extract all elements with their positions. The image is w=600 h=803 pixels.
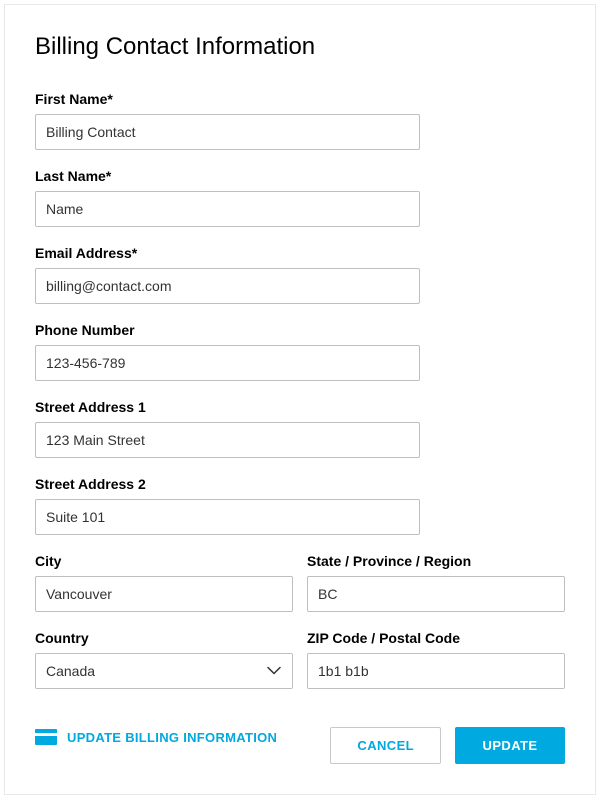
first-name-label: First Name* [35, 91, 565, 107]
zip-input[interactable] [307, 653, 565, 689]
street1-group: Street Address 1 [35, 399, 565, 458]
zip-group: ZIP Code / Postal Code [307, 630, 565, 689]
street1-input[interactable] [35, 422, 420, 458]
country-group: Country Canada [35, 630, 293, 689]
credit-card-icon [35, 729, 57, 745]
phone-input[interactable] [35, 345, 420, 381]
first-name-input[interactable] [35, 114, 420, 150]
email-label: Email Address* [35, 245, 565, 261]
phone-label: Phone Number [35, 322, 565, 338]
last-name-group: Last Name* [35, 168, 565, 227]
city-input[interactable] [35, 576, 293, 612]
street2-group: Street Address 2 [35, 476, 565, 535]
phone-group: Phone Number [35, 322, 565, 381]
billing-contact-card: Billing Contact Information First Name* … [4, 4, 596, 795]
street2-label: Street Address 2 [35, 476, 565, 492]
state-group: State / Province / Region [307, 553, 565, 612]
city-group: City [35, 553, 293, 612]
email-group: Email Address* [35, 245, 565, 304]
country-select[interactable]: Canada [35, 653, 293, 689]
first-name-group: First Name* [35, 91, 565, 150]
state-input[interactable] [307, 576, 565, 612]
last-name-input[interactable] [35, 191, 420, 227]
street1-label: Street Address 1 [35, 399, 565, 415]
street2-input[interactable] [35, 499, 420, 535]
action-buttons: CANCEL UPDATE [330, 727, 565, 764]
update-billing-link-text: UPDATE BILLING INFORMATION [67, 730, 277, 745]
zip-label: ZIP Code / Postal Code [307, 630, 565, 646]
country-label: Country [35, 630, 293, 646]
cancel-button[interactable]: CANCEL [330, 727, 441, 764]
state-label: State / Province / Region [307, 553, 565, 569]
email-input[interactable] [35, 268, 420, 304]
city-label: City [35, 553, 293, 569]
update-button[interactable]: UPDATE [455, 727, 565, 764]
last-name-label: Last Name* [35, 168, 565, 184]
page-title: Billing Contact Information [35, 33, 565, 61]
